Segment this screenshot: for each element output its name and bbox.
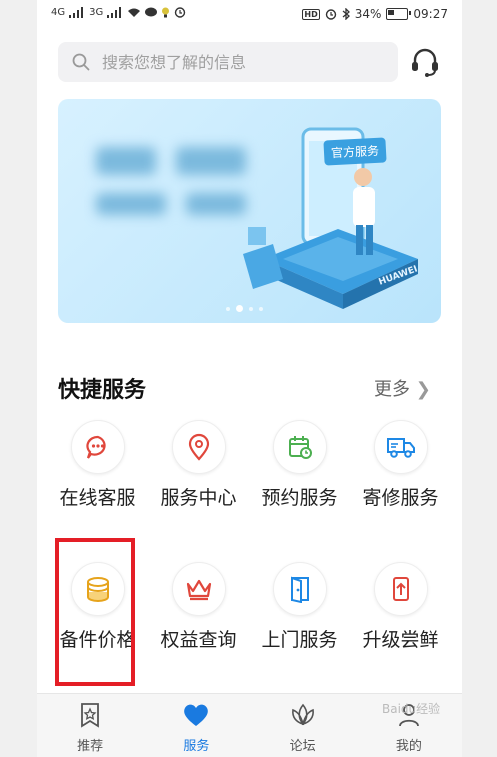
carousel-dot-active[interactable] [236, 305, 243, 312]
lotus-icon [291, 703, 314, 726]
tab-label: 推荐 [77, 739, 104, 754]
service-label: 在线客服 [59, 487, 136, 509]
alarm-icon [325, 9, 336, 20]
search-icon [72, 53, 90, 71]
service-mail-repair[interactable]: 寄修服务 [350, 420, 451, 511]
truck-icon [373, 420, 428, 474]
carousel-dot[interactable] [226, 306, 230, 311]
service-label: 权益查询 [160, 629, 237, 651]
signal2-icon [107, 6, 123, 18]
tab-label: 服务 [183, 739, 210, 754]
search-bar[interactable] [58, 42, 398, 82]
tab-service[interactable]: 服务 [143, 694, 249, 757]
bookmark-star-icon [81, 703, 100, 728]
tab-recommend[interactable]: 推荐 [37, 694, 143, 757]
more-link[interactable]: 更多 ❯ [374, 375, 431, 401]
highlight-box [55, 538, 135, 686]
chat-icon [70, 420, 125, 474]
carousel-dots [226, 305, 263, 312]
watermark: Baidu经验 [382, 702, 441, 716]
quick-services-title: 快捷服务 [58, 378, 147, 403]
carousel-dot[interactable] [259, 306, 263, 311]
carrier1-label: 4G [51, 6, 66, 18]
battery-icon [386, 8, 412, 20]
clock: 09:27 [413, 7, 448, 21]
official-service-badge: 官方服务 [323, 137, 387, 166]
service-center[interactable]: 服务中心 [148, 420, 249, 511]
wifi-icon [128, 8, 141, 17]
tab-forum[interactable]: 论坛 [250, 694, 356, 757]
service-label: 服务中心 [160, 487, 237, 509]
banner-blurred-text [96, 129, 256, 239]
status-right: HD 34% 09:27 [302, 7, 448, 21]
service-door-to-door[interactable]: 上门服务 [249, 562, 350, 653]
bulb-icon [162, 7, 170, 17]
tab-label: 论坛 [289, 739, 316, 754]
carousel-dot[interactable] [249, 306, 253, 311]
chevron-right-icon: ❯ [415, 379, 431, 400]
location-icon [171, 420, 226, 474]
headset-icon[interactable] [407, 44, 443, 80]
service-rights-query[interactable]: 权益查询 [148, 562, 249, 653]
search-input[interactable] [100, 51, 384, 73]
service-label: 预约服务 [261, 487, 338, 509]
carrier2-label: 3G [89, 6, 104, 18]
service-online-support[interactable]: 在线客服 [47, 420, 148, 511]
status-bar: 4G 3G HD 34% 09:27 [37, 0, 462, 30]
message-icon [145, 7, 158, 16]
service-label: 升级尝鲜 [362, 629, 439, 651]
tab-label: 我的 [395, 739, 422, 754]
hd-icon: HD [302, 8, 320, 20]
bluetooth-icon [342, 8, 350, 20]
service-appointment[interactable]: 预约服务 [249, 420, 350, 511]
phone-screen: 4G 3G HD 34% 09:27 搜索您想了解的信息 官方服务 HUAWEI… [37, 0, 462, 757]
door-icon [272, 562, 327, 616]
status-left: 4G 3G [51, 6, 186, 18]
upgrade-icon [373, 562, 428, 616]
promo-banner[interactable]: 官方服务 HUAWEI [58, 99, 441, 323]
alarm-icon [175, 7, 186, 18]
crown-icon [171, 562, 226, 616]
battery-percent: 34% [354, 7, 382, 21]
service-label: 上门服务 [261, 629, 338, 651]
heart-icon [184, 704, 209, 726]
service-upgrade-preview[interactable]: 升级尝鲜 [350, 562, 451, 653]
signal1-icon [69, 6, 85, 18]
service-label: 寄修服务 [362, 487, 439, 509]
calendar-icon [272, 420, 327, 474]
more-label: 更多 [374, 379, 410, 400]
